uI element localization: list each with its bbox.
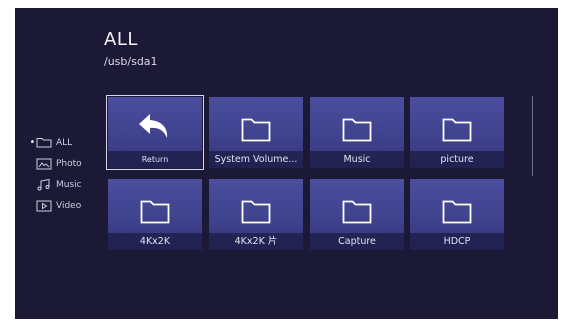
folder-icon <box>442 118 472 146</box>
sidebar-item-all[interactable]: • ALL <box>29 132 99 153</box>
folder-icon <box>342 200 372 228</box>
tile-label: Music <box>310 151 404 168</box>
tile-label: Capture <box>310 233 404 250</box>
tile-folder[interactable]: 4Kx2K 片 <box>209 179 303 250</box>
tile-return[interactable]: Return <box>106 95 204 170</box>
sidebar-item-label: ALL <box>56 137 73 148</box>
folder-icon <box>241 118 271 146</box>
sidebar-item-label: Video <box>56 200 82 211</box>
folder-icon <box>342 118 372 146</box>
tile-folder[interactable]: 4Kx2K <box>108 179 202 250</box>
music-icon <box>36 178 52 191</box>
sidebar-item-label: Music <box>56 179 82 190</box>
media-browser-screen: ALL /usb/sda1 • ALL Photo Music Video Re… <box>15 8 558 319</box>
tile-folder[interactable]: picture <box>410 97 504 168</box>
tile-folder[interactable]: Music <box>310 97 404 168</box>
folder-icon <box>140 200 170 228</box>
current-path: /usb/sda1 <box>104 55 158 68</box>
return-arrow-icon <box>136 111 174 149</box>
folder-icon <box>241 200 271 228</box>
page-title: ALL <box>104 29 138 50</box>
sidebar-item-photo[interactable]: Photo <box>29 153 99 174</box>
tile-label: 4Kx2K 片 <box>209 233 303 250</box>
sidebar-item-music[interactable]: Music <box>29 174 99 195</box>
tile-label: 4Kx2K <box>108 233 202 250</box>
selected-marker: • <box>29 137 36 148</box>
tile-folder[interactable]: System Volume... <box>209 97 303 168</box>
sidebar-item-video[interactable]: Video <box>29 195 99 216</box>
tile-folder[interactable]: Capture <box>310 179 404 250</box>
folder-icon <box>36 137 52 149</box>
tile-label: Return <box>108 151 202 168</box>
tile-label: System Volume... <box>209 151 303 168</box>
sidebar-item-label: Photo <box>56 158 82 169</box>
tile-folder[interactable]: HDCP <box>410 179 504 250</box>
sidebar: • ALL Photo Music Video <box>29 132 99 216</box>
tile-label: HDCP <box>410 233 504 250</box>
tile-label: picture <box>410 151 504 168</box>
photo-icon <box>36 158 52 170</box>
video-icon <box>36 200 52 212</box>
folder-icon <box>442 200 472 228</box>
scrollbar[interactable] <box>532 96 533 176</box>
